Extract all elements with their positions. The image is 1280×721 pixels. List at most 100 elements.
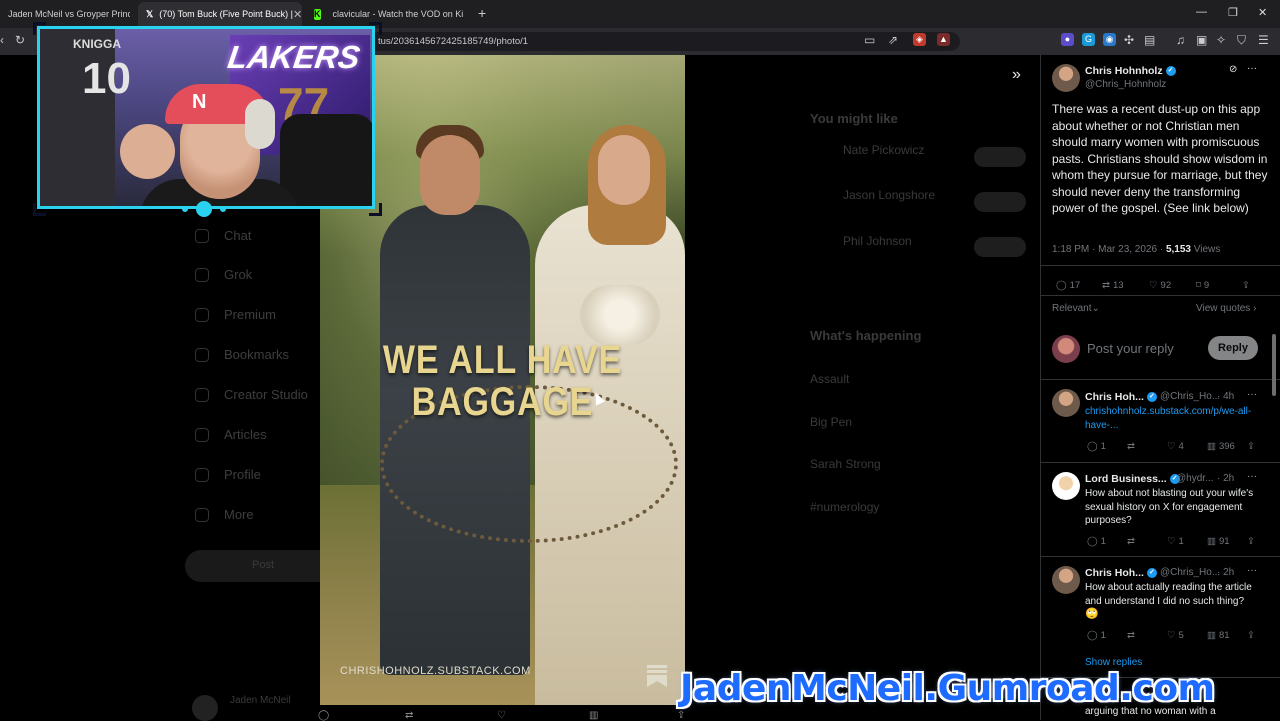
address-bar[interactable]: tus/2036145672425185749/photo/1 — [300, 32, 960, 51]
headline-line: WE ALL HAVE — [382, 338, 623, 382]
bookmark-icon: ⌑ — [1196, 280, 1201, 291]
scrollbar-thumb[interactable] — [1272, 334, 1276, 396]
wallet-icon[interactable]: ▣ — [1196, 33, 1207, 47]
reply-text: How about actually reading the article a… — [1085, 582, 1252, 607]
photo-share-icon[interactable]: ⇪ — [677, 710, 685, 721]
alert-extension-icon[interactable]: ▲ — [937, 33, 950, 46]
photo-repost-icon[interactable]: ⇄ — [405, 710, 413, 721]
extension-icon[interactable]: ● — [1061, 33, 1074, 46]
like-action[interactable]: ♡ 4 — [1167, 441, 1184, 452]
follow-button[interactable] — [974, 192, 1026, 212]
post-timestamp[interactable]: 1:18 PM · Mar 23, 2026 · — [1052, 244, 1163, 255]
bookmark-action[interactable]: ⌑ 9 — [1196, 280, 1209, 291]
avatar[interactable] — [192, 695, 218, 721]
trend-item[interactable]: Sarah Strong — [810, 457, 881, 471]
reload-icon[interactable]: ↻ — [15, 33, 25, 47]
share-icon[interactable]: ⇪ — [1242, 280, 1250, 291]
sort-dropdown[interactable]: Relevant⌄ — [1052, 303, 1100, 314]
view-quotes-link[interactable]: View quotes › — [1196, 303, 1256, 314]
ai-icon[interactable]: ✧ — [1216, 33, 1226, 47]
reply-action[interactable]: ◯ 1 — [1087, 441, 1106, 452]
views-action[interactable]: ▥ 396 — [1207, 441, 1235, 452]
nav-articles[interactable]: Articles — [224, 427, 267, 442]
nav-premium[interactable]: Premium — [224, 307, 276, 322]
premium-icon — [195, 308, 209, 322]
tab-tom-buck[interactable]: 𝕏 (70) Tom Buck (Five Point Buck) | ✕ — [138, 2, 302, 26]
user-avatar[interactable] — [1052, 335, 1080, 363]
analytics-icon: ▥ — [1207, 630, 1216, 641]
cast-icon[interactable]: ▭ — [864, 33, 875, 47]
reply-handle[interactable]: @Chris_Ho... — [1160, 391, 1220, 402]
more-options-icon[interactable]: ··· — [1247, 389, 1257, 400]
reply-avatar[interactable] — [1052, 472, 1080, 500]
repost-action[interactable]: ⇄ — [1127, 441, 1135, 452]
close-window-icon[interactable]: ✕ — [1258, 6, 1267, 19]
photo-views-icon[interactable]: ▥ — [589, 710, 598, 721]
views-action[interactable]: ▥ 81 — [1207, 630, 1230, 641]
reply-link[interactable]: chrishohnholz.substack.com/p/we-all-have… — [1085, 405, 1260, 432]
nav-profile[interactable]: Profile — [224, 467, 261, 482]
nav-chat[interactable]: Chat — [224, 228, 251, 243]
reply-input[interactable]: Post your reply — [1087, 341, 1174, 356]
back-icon[interactable]: ‹ — [0, 33, 4, 47]
reply-author[interactable]: Lord Business... ✓ — [1085, 473, 1180, 485]
extension-icon[interactable]: G — [1082, 33, 1095, 46]
more-options-icon[interactable]: ··· — [1247, 565, 1257, 576]
new-tab-icon[interactable]: + — [478, 5, 486, 21]
share-icon[interactable]: ⇪ — [1247, 536, 1255, 547]
repost-action[interactable]: ⇄ — [1127, 630, 1135, 641]
menu-icon[interactable]: ☰ — [1258, 33, 1269, 47]
maximize-icon[interactable]: ❐ — [1228, 6, 1238, 19]
vpn-icon[interactable]: ⛉ — [1237, 33, 1246, 48]
extension-icon[interactable]: ◉ — [1103, 33, 1116, 46]
nav-creator-studio[interactable]: Creator Studio — [224, 387, 308, 402]
trend-item[interactable]: #numerology — [810, 500, 879, 514]
share-icon[interactable]: ⇪ — [1247, 441, 1255, 452]
share-icon[interactable]: ⇪ — [1247, 630, 1255, 641]
reply-handle[interactable]: @Chris_Ho... — [1160, 567, 1220, 578]
follow-button[interactable] — [974, 237, 1026, 257]
reply-action[interactable]: ◯ 17 — [1056, 280, 1080, 291]
reply-avatar[interactable] — [1052, 566, 1080, 594]
reply-handle[interactable]: @hydr... — [1176, 473, 1213, 484]
reply-author[interactable]: Chris Hoh... ✓ — [1085, 567, 1157, 579]
reply-time: · 2h — [1217, 567, 1235, 578]
reply-avatar[interactable] — [1052, 389, 1080, 417]
repost-action[interactable]: ⇄ — [1127, 536, 1135, 547]
nav-grok[interactable]: Grok — [224, 267, 252, 282]
close-tab-icon[interactable]: ✕ — [293, 8, 302, 21]
photo-like-icon[interactable]: ♡ — [497, 710, 506, 721]
nav-more[interactable]: More — [224, 507, 254, 522]
author-handle[interactable]: @Chris_Hohnholz — [1085, 79, 1166, 90]
more-options-icon[interactable]: ··· — [1247, 471, 1257, 482]
sidebar-icon[interactable]: ▤ — [1144, 33, 1155, 47]
share-icon[interactable]: ⇗ — [888, 33, 898, 47]
nav-bookmarks[interactable]: Bookmarks — [224, 347, 289, 362]
reply-author[interactable]: Chris Hoh... ✓ — [1085, 391, 1157, 403]
music-icon[interactable]: ♫ — [1176, 33, 1185, 47]
heart-icon: ♡ — [1167, 630, 1176, 641]
follow-button[interactable] — [974, 147, 1026, 167]
kick-logo-icon: K — [314, 8, 321, 20]
photo-reply-icon[interactable]: ◯ — [318, 710, 329, 721]
minimize-icon[interactable]: — — [1196, 6, 1207, 18]
tab-clavicular[interactable]: K clavicular - Watch the VOD on Ki — [306, 2, 466, 26]
author-name[interactable]: Chris Hohnholz ✓ — [1085, 65, 1176, 77]
tab-jaden-mcneil[interactable]: Jaden McNeil vs Groyper Princes — [0, 2, 130, 26]
author-avatar[interactable] — [1052, 64, 1080, 92]
repost-action[interactable]: ⇄ 13 — [1102, 280, 1124, 291]
puzzle-icon[interactable]: ✣ — [1124, 33, 1134, 47]
shield-extension-icon[interactable]: ◈ — [913, 33, 926, 46]
like-action[interactable]: ♡ 5 — [1167, 630, 1184, 641]
collapse-panel-icon[interactable]: » — [1012, 66, 1021, 84]
reply-action[interactable]: ◯ 1 — [1087, 630, 1106, 641]
reply-button[interactable]: Reply — [1208, 336, 1258, 360]
more-options-icon[interactable]: ··· — [1247, 63, 1257, 74]
reply-action[interactable]: ◯ 1 — [1087, 536, 1106, 547]
trend-item[interactable]: Big Pen — [810, 415, 852, 429]
like-action[interactable]: ♡ 92 — [1149, 280, 1171, 291]
like-action[interactable]: ♡ 1 — [1167, 536, 1184, 547]
views-action[interactable]: ▥ 91 — [1207, 536, 1230, 547]
trend-item[interactable]: Assault — [810, 372, 849, 386]
grok-icon[interactable]: ⊘ — [1229, 64, 1237, 75]
